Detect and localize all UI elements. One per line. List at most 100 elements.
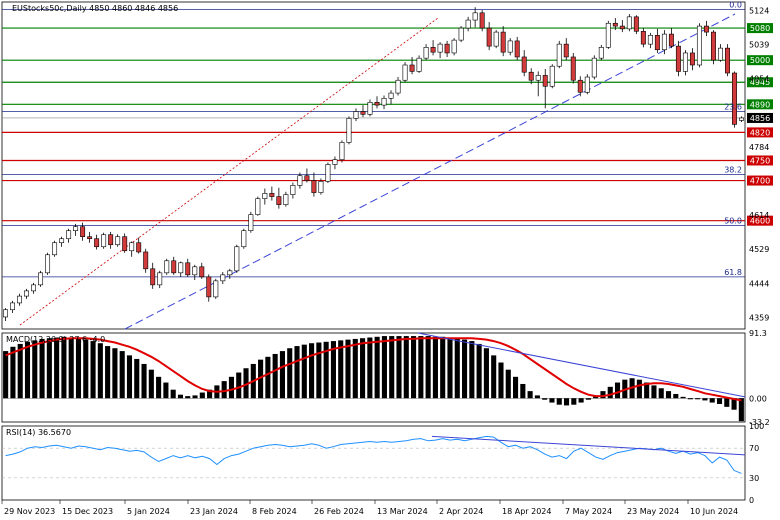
- candle: [339, 140, 345, 163]
- macd-bar: [374, 336, 380, 399]
- macd-bar: [112, 348, 118, 399]
- macd-bar: [221, 381, 227, 399]
- current-price-label: 4856: [750, 114, 770, 123]
- macd-bar: [3, 351, 9, 399]
- macd-bar: [432, 336, 438, 399]
- x-tick-label: 18 Apr 2024: [502, 507, 551, 516]
- candle-body: [122, 236, 128, 252]
- candle-body: [725, 47, 730, 74]
- candle-body: [570, 56, 576, 81]
- candle-body: [703, 25, 709, 33]
- candle: [682, 50, 688, 76]
- candle-body: [388, 92, 394, 99]
- candle-body: [248, 214, 254, 231]
- macd-bar: [272, 353, 278, 399]
- candle-body: [486, 27, 492, 47]
- candle-body: [598, 47, 604, 59]
- candle-body: [38, 272, 44, 286]
- candle: [626, 14, 632, 32]
- macd-bar: [418, 336, 424, 399]
- macd-bar: [126, 355, 133, 399]
- macd-bar: [411, 336, 417, 399]
- candle-body: [577, 79, 583, 93]
- macd-tick-label: 0.00: [749, 394, 767, 403]
- candle-body: [689, 52, 695, 66]
- candle: [598, 44, 604, 61]
- macd-bar: [61, 336, 67, 399]
- candle-body: [220, 274, 226, 282]
- macd-bar: [367, 337, 373, 399]
- macd-bar: [309, 343, 315, 399]
- chart-canvas[interactable]: 0.023.638.250.061.8508050004945489048204…: [0, 0, 780, 520]
- macd-bar: [665, 391, 672, 399]
- x-tick-label: 8 Feb 2024: [252, 507, 297, 516]
- candle: [696, 23, 702, 68]
- candle-body: [661, 33, 667, 51]
- x-tick-label: 15 Dec 2023: [62, 507, 113, 516]
- macd-bar: [39, 338, 45, 399]
- macd-bar: [549, 398, 555, 403]
- macd-bar: [724, 398, 730, 407]
- candle-body: [367, 102, 373, 115]
- candle-body: [458, 27, 464, 41]
- candle-body: [549, 65, 555, 87]
- macd-bar: [476, 343, 482, 399]
- candle-body: [437, 43, 443, 53]
- fibo-label: 50.0: [724, 216, 742, 225]
- candle-body: [675, 45, 681, 72]
- candle-body: [178, 262, 184, 274]
- x-tick-label: 10 Jun 2024: [690, 507, 738, 516]
- macd-bar: [462, 339, 468, 399]
- candle-body: [479, 12, 485, 29]
- candle-body: [136, 242, 142, 253]
- candle-body: [619, 25, 625, 30]
- candle-body: [73, 226, 79, 231]
- candle-body: [584, 76, 590, 93]
- candle-body: [528, 71, 534, 81]
- chart-window: 0.0 23.6 38.2 50.0 61.8 5080 5000 4945 4890 4820 4…: [0, 0, 780, 520]
- candle-body: [395, 79, 401, 94]
- support-price-label: 4750: [750, 156, 770, 165]
- candle-body: [325, 164, 331, 182]
- candle-body: [465, 19, 471, 29]
- candle-body: [682, 52, 688, 72]
- candle-body: [591, 57, 597, 78]
- candle: [591, 55, 597, 80]
- candle-body: [164, 260, 170, 274]
- rsi-title: RSI(14) 36.5670: [6, 428, 71, 437]
- macd-bar: [556, 398, 562, 405]
- macd-bar: [134, 358, 140, 399]
- macd-bar: [600, 391, 606, 399]
- macd-bar: [680, 396, 686, 399]
- candle-body: [108, 234, 114, 246]
- candle: [633, 15, 639, 35]
- candle-body: [514, 40, 520, 58]
- macd-bar: [614, 382, 621, 399]
- y-tick-label: 5124: [749, 6, 769, 15]
- macd-bar: [469, 341, 475, 399]
- macd-bar: [97, 343, 103, 399]
- candle-body: [66, 230, 72, 240]
- y-tick-label: 4614: [749, 211, 769, 220]
- macd-bar: [425, 336, 431, 399]
- candle-body: [157, 272, 163, 286]
- candle-body: [24, 290, 30, 297]
- macd-bar: [24, 341, 31, 399]
- macd-bar: [294, 346, 300, 399]
- resistance-price-label: 4890: [750, 100, 770, 109]
- candle: [732, 71, 737, 128]
- macd-bar: [228, 376, 235, 399]
- candle: [255, 196, 261, 216]
- macd-bar: [199, 392, 205, 399]
- candle: [241, 228, 247, 249]
- macd-bar: [381, 336, 387, 399]
- y-tick-label: 4529: [749, 245, 769, 254]
- candle-body: [612, 22, 618, 27]
- candle-body: [297, 175, 303, 186]
- candle-body: [185, 262, 191, 276]
- candle: [367, 99, 373, 117]
- candle-body: [521, 56, 527, 73]
- support-price-label: 4820: [750, 128, 770, 137]
- macd-bar: [483, 348, 489, 399]
- x-tick-label: 13 Mar 2024: [377, 507, 428, 516]
